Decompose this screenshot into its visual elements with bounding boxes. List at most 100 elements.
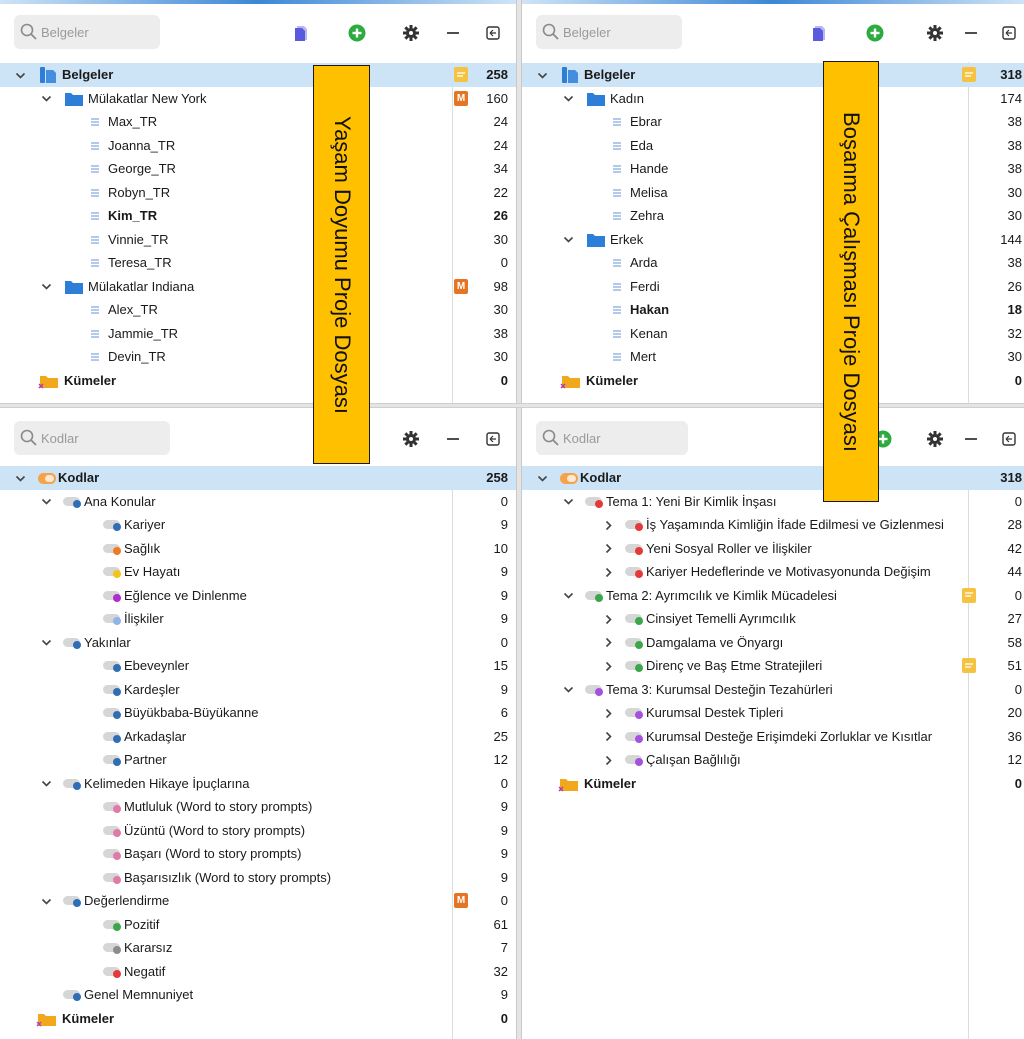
chevron-down-icon[interactable] xyxy=(536,472,548,484)
document-row[interactable]: Mert 30 xyxy=(522,345,1024,369)
document-row[interactable]: Ebrar 38 xyxy=(522,110,1024,134)
sets-row[interactable]: Kümeler 0 xyxy=(522,369,1024,393)
code-row[interactable]: Yakınlar 0 xyxy=(0,631,516,655)
code-row[interactable]: Tema 2: Ayrımcılık ve Kimlik Mücadelesi 0 xyxy=(522,584,1024,608)
code-row[interactable]: Büyükbaba-Büyükanne 6 xyxy=(0,701,516,725)
document-row[interactable]: Max_TR 24 xyxy=(0,110,516,134)
code-row[interactable]: Eğlence ve Dinlenme 9 xyxy=(0,584,516,608)
document-row[interactable]: Teresa_TR 0 xyxy=(0,251,516,275)
memo-note-icon[interactable] xyxy=(454,67,468,82)
restore-window-icon[interactable] xyxy=(998,428,1020,450)
sets-row[interactable]: Kümeler 0 xyxy=(522,772,1024,796)
document-row[interactable]: Ferdi 26 xyxy=(522,275,1024,299)
gear-icon[interactable] xyxy=(400,428,422,450)
code-row[interactable]: Kurumsal Destek Tipleri 20 xyxy=(522,701,1024,725)
chevron-down-icon[interactable] xyxy=(536,69,548,81)
document-row[interactable]: Joanna_TR 24 xyxy=(0,134,516,158)
code-row[interactable]: Tema 1: Yeni Bir Kimlik İnşası 0 xyxy=(522,490,1024,514)
code-search-box[interactable]: Kodlar xyxy=(536,421,688,455)
code-row[interactable]: Değerlendirme M 0 xyxy=(0,889,516,913)
chevron-down-icon[interactable] xyxy=(40,281,52,293)
chevron-down-icon[interactable] xyxy=(40,895,52,907)
folder-row[interactable]: Erkek 144 xyxy=(522,228,1024,252)
root-row[interactable]: Kodlar 318 xyxy=(522,466,1024,490)
new-document-icon[interactable] xyxy=(290,22,312,44)
code-row[interactable]: Ana Konular 0 xyxy=(0,490,516,514)
sets-row[interactable]: Kümeler 0 xyxy=(0,1007,516,1031)
code-row[interactable]: Sağlık 10 xyxy=(0,537,516,561)
memo-note-icon[interactable] xyxy=(962,587,976,603)
chevron-down-icon[interactable] xyxy=(40,778,52,790)
memo-badge-icon[interactable]: M xyxy=(454,90,468,106)
code-row[interactable]: Genel Memnuniyet 9 xyxy=(0,983,516,1007)
root-row[interactable]: Belgeler 318 xyxy=(522,63,1024,87)
document-row[interactable]: Arda 38 xyxy=(522,251,1024,275)
chevron-down-icon[interactable] xyxy=(562,496,574,508)
code-row[interactable]: Kariyer 9 xyxy=(0,513,516,537)
document-row[interactable]: Alex_TR 30 xyxy=(0,298,516,322)
chevron-right-icon[interactable] xyxy=(602,519,614,531)
root-row[interactable]: Kodlar 258 xyxy=(0,466,516,490)
gear-icon[interactable] xyxy=(924,428,946,450)
code-row[interactable]: Mutluluk (Word to story prompts) 9 xyxy=(0,795,516,819)
chevron-right-icon[interactable] xyxy=(602,543,614,555)
chevron-down-icon[interactable] xyxy=(562,93,574,105)
chevron-down-icon[interactable] xyxy=(14,69,26,81)
chevron-down-icon[interactable] xyxy=(562,590,574,602)
chevron-right-icon[interactable] xyxy=(602,707,614,719)
code-row[interactable]: Kararsız 7 xyxy=(0,936,516,960)
code-row[interactable]: Üzüntü (Word to story prompts) 9 xyxy=(0,819,516,843)
restore-window-icon[interactable] xyxy=(482,22,504,44)
folder-row[interactable]: Mülakatlar Indiana M 98 xyxy=(0,275,516,299)
minimize-icon[interactable] xyxy=(442,22,464,44)
document-search-box[interactable]: Belgeler xyxy=(536,15,682,49)
restore-window-icon[interactable] xyxy=(998,22,1020,44)
code-row[interactable]: İş Yaşamında Kimliğin İfade Edilmesi ve … xyxy=(522,513,1024,537)
code-row[interactable]: Başarısızlık (Word to story prompts) 9 xyxy=(0,866,516,890)
document-row[interactable]: George_TR 34 xyxy=(0,157,516,181)
code-row[interactable]: Yeni Sosyal Roller ve İlişkiler 42 xyxy=(522,537,1024,561)
code-row[interactable]: İlişkiler 9 xyxy=(0,607,516,631)
chevron-down-icon[interactable] xyxy=(14,472,26,484)
gear-icon[interactable] xyxy=(400,22,422,44)
minimize-icon[interactable] xyxy=(960,22,982,44)
code-row[interactable]: Tema 3: Kurumsal Desteğin Tezahürleri 0 xyxy=(522,678,1024,702)
chevron-right-icon[interactable] xyxy=(602,566,614,578)
document-row[interactable]: Hakan 18 xyxy=(522,298,1024,322)
root-row[interactable]: Belgeler 258 xyxy=(0,63,516,87)
code-row[interactable]: Kariyer Hedeflerinde ve Motivasyonunda D… xyxy=(522,560,1024,584)
document-search-box[interactable]: Belgeler xyxy=(14,15,160,49)
gear-icon[interactable] xyxy=(924,22,946,44)
document-row[interactable]: Kenan 32 xyxy=(522,322,1024,346)
document-row[interactable]: Vinnie_TR 30 xyxy=(0,228,516,252)
chevron-right-icon[interactable] xyxy=(602,660,614,672)
document-row[interactable]: Zehra 30 xyxy=(522,204,1024,228)
document-row[interactable]: Jammie_TR 38 xyxy=(0,322,516,346)
chevron-right-icon[interactable] xyxy=(602,613,614,625)
folder-row[interactable]: Kadın 174 xyxy=(522,87,1024,111)
minimize-icon[interactable] xyxy=(442,428,464,450)
memo-note-icon[interactable] xyxy=(962,658,976,673)
code-row[interactable]: Ebeveynler 15 xyxy=(0,654,516,678)
chevron-right-icon[interactable] xyxy=(602,637,614,649)
memo-badge-icon[interactable]: M xyxy=(454,278,468,294)
document-row[interactable]: Eda 38 xyxy=(522,134,1024,158)
document-row[interactable]: Hande 38 xyxy=(522,157,1024,181)
code-row[interactable]: Cinsiyet Temelli Ayrımcılık 27 xyxy=(522,607,1024,631)
chevron-right-icon[interactable] xyxy=(602,754,614,766)
code-row[interactable]: Kelimeden Hikaye İpuçlarına 0 xyxy=(0,772,516,796)
code-row[interactable]: Pozitif 61 xyxy=(0,913,516,937)
code-row[interactable]: Direnç ve Baş Etme Stratejileri 51 xyxy=(522,654,1024,678)
chevron-right-icon[interactable] xyxy=(602,731,614,743)
chevron-down-icon[interactable] xyxy=(40,496,52,508)
restore-window-icon[interactable] xyxy=(482,428,504,450)
document-row[interactable]: Melisa 30 xyxy=(522,181,1024,205)
code-row[interactable]: Negatif 32 xyxy=(0,960,516,984)
document-row[interactable]: Devin_TR 30 xyxy=(0,345,516,369)
chevron-down-icon[interactable] xyxy=(40,93,52,105)
sets-row[interactable]: Kümeler 0 xyxy=(0,369,516,393)
code-row[interactable]: Partner 12 xyxy=(0,748,516,772)
new-document-icon[interactable] xyxy=(808,22,830,44)
plus-circle-icon[interactable] xyxy=(346,22,368,44)
memo-note-icon[interactable] xyxy=(962,67,976,82)
